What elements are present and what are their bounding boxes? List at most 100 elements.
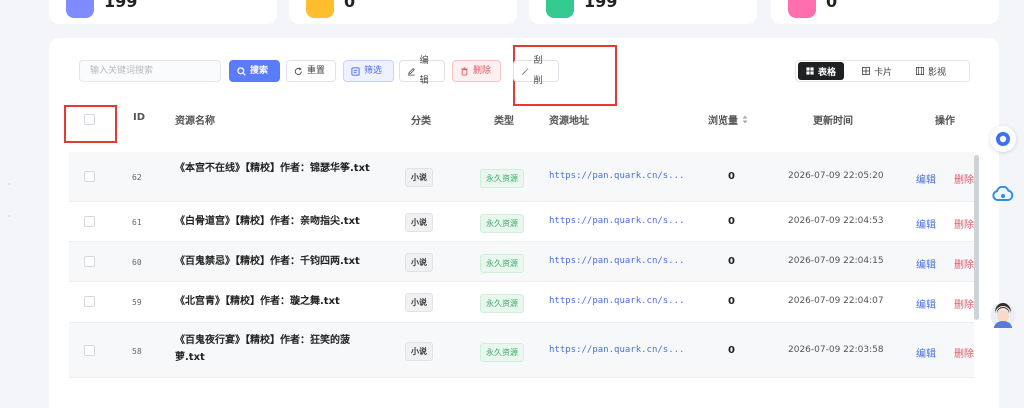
shave-button[interactable]: 刮削 (513, 56, 559, 86)
row-updated: 2026-07-09 22:04:15 (788, 256, 884, 266)
row-delete-link[interactable]: 删除 (954, 296, 974, 311)
reset-button[interactable]: 重置 (286, 60, 336, 82)
sidebar: · · (0, 0, 30, 408)
stat-value: 199 (104, 0, 138, 11)
row-updated: 2026-07-09 22:04:53 (788, 216, 884, 226)
column-header-category: 分类 (411, 116, 431, 127)
row-edit-link[interactable]: 编辑 (916, 171, 936, 186)
row-edit-link[interactable]: 编辑 (916, 296, 936, 311)
table-row[interactable]: 61 《白骨道宫》【精校】作者：亲吻指尖.txt 小说 永久资源 https:/… (69, 202, 974, 242)
assistant-float-button[interactable] (990, 126, 1016, 152)
stat-card-pending: 0 (289, 0, 517, 24)
column-header-updated: 更新时间 (813, 116, 853, 127)
row-delete-link[interactable]: 删除 (954, 171, 974, 186)
table-scrollbar[interactable] (974, 155, 979, 320)
view-mode-film-label: 影视 (928, 67, 947, 78)
resource-url-link[interactable]: https://pan.quark.cn/s... (549, 256, 684, 266)
delete-button[interactable]: 删除 (452, 60, 501, 82)
view-mode-switch: 表格 卡片 影视 (795, 60, 970, 82)
row-checkbox[interactable] (84, 216, 95, 227)
row-updated: 2026-07-09 22:04:07 (788, 296, 884, 306)
filter-button-label: 筛选 (364, 66, 383, 76)
assistant-icon (996, 132, 1010, 146)
column-header-url: 资源地址 (549, 116, 589, 127)
select-all-checkbox[interactable] (84, 114, 95, 125)
type-tag: 永久资源 (480, 254, 524, 273)
column-header-name: 资源名称 (175, 116, 215, 127)
row-views: 0 (728, 216, 735, 227)
shave-button-label: 刮削 (533, 56, 543, 86)
column-header-views[interactable]: 浏览量 (708, 112, 748, 127)
row-delete-link[interactable]: 删除 (954, 216, 974, 231)
table-header: ID 资源名称 分类 类型 资源地址 浏览量 更新时间 操作 (64, 105, 974, 148)
row-edit-link[interactable]: 编辑 (916, 216, 936, 231)
view-mode-card-label: 卡片 (874, 67, 893, 78)
column-header-actions: 操作 (935, 116, 955, 127)
row-views: 0 (728, 256, 735, 267)
row-delete-link[interactable]: 删除 (954, 256, 974, 271)
search-input[interactable]: 输入关键词搜索 (79, 60, 221, 82)
column-header-type: 类型 (494, 116, 514, 127)
row-views: 0 (728, 171, 735, 182)
row-name: 《百鬼禁忌》【精校】作者：千钧四两.txt (175, 256, 360, 267)
row-checkbox[interactable] (84, 345, 95, 356)
resource-url-link[interactable]: https://pan.quark.cn/s... (549, 345, 684, 355)
search-icon (237, 66, 246, 76)
category-tag: 小说 (405, 168, 433, 187)
table-row[interactable]: 58 《百鬼夜行宴》【精校】作者：狂笑的菠萝.txt 小说 永久资源 https… (69, 323, 974, 378)
row-checkbox[interactable] (84, 256, 95, 267)
view-mode-card[interactable]: 卡片 (854, 62, 900, 80)
table-row[interactable]: 60 《百鬼禁忌》【精校】作者：千钧四两.txt 小说 永久资源 https:/… (69, 242, 974, 282)
view-mode-film[interactable]: 影视 (908, 62, 954, 80)
row-edit-link[interactable]: 编辑 (916, 256, 936, 271)
row-views: 0 (728, 296, 735, 307)
table-row[interactable]: 62 《本宫不在线》【精校】作者：锦瑟华筝.txt 小说 永久资源 https:… (69, 152, 974, 202)
avatar-float-button[interactable] (990, 302, 1016, 328)
avatar (990, 302, 1016, 328)
view-mode-table-label: 表格 (818, 67, 837, 78)
stat-icon (66, 0, 94, 18)
sidebar-marker: · (8, 212, 11, 221)
filter-button[interactable]: 筛选 (343, 60, 394, 82)
row-name: 《百鬼夜行宴》【精校】作者：狂笑的菠萝.txt (175, 335, 350, 363)
row-checkbox[interactable] (84, 171, 95, 182)
edit-button-label: 编辑 (419, 56, 429, 86)
resource-url-link[interactable]: https://pan.quark.cn/s... (549, 296, 684, 306)
table-view-icon (806, 67, 814, 75)
stat-card-permanent: 199 (529, 0, 757, 24)
cloud-icon (992, 186, 1014, 201)
delete-button-label: 删除 (473, 66, 492, 76)
row-id: 61 (132, 218, 142, 227)
row-edit-link[interactable]: 编辑 (916, 345, 936, 360)
row-delete-link[interactable]: 删除 (954, 345, 974, 360)
edit-button[interactable]: 编辑 (399, 56, 445, 86)
refresh-icon (294, 66, 302, 75)
row-id: 58 (132, 347, 142, 356)
stat-value: 0 (826, 0, 838, 11)
row-id: 62 (132, 173, 142, 182)
resource-url-link[interactable]: https://pan.quark.cn/s... (549, 216, 684, 226)
filter-icon (351, 66, 360, 76)
row-checkbox[interactable] (84, 296, 95, 307)
table-row[interactable]: 59 《北宫青》【精校】作者：璇之舞.txt 小说 永久资源 https://p… (69, 282, 974, 323)
resource-url-link[interactable]: https://pan.quark.cn/s... (549, 171, 684, 181)
category-tag: 小说 (405, 253, 433, 272)
sort-icon (742, 115, 748, 124)
category-tag: 小说 (405, 293, 433, 312)
type-tag: 永久资源 (480, 294, 524, 313)
row-name: 《本宫不在线》【精校】作者：锦瑟华筝.txt (175, 163, 370, 174)
category-tag: 小说 (405, 213, 433, 232)
column-header-id: ID (133, 112, 146, 123)
magic-wand-icon (521, 67, 529, 75)
type-tag: 永久资源 (480, 169, 524, 188)
reset-button-label: 重置 (307, 66, 326, 76)
trash-icon (461, 66, 468, 76)
stat-card-expired: 0 (771, 0, 999, 24)
cloud-float-button[interactable] (990, 181, 1016, 207)
stat-card-total: 199 (49, 0, 277, 24)
pencil-icon (407, 67, 415, 76)
view-mode-table[interactable]: 表格 (798, 62, 845, 80)
search-button[interactable]: 搜索 (229, 60, 280, 82)
stat-value: 0 (344, 0, 356, 11)
film-icon (916, 67, 925, 75)
